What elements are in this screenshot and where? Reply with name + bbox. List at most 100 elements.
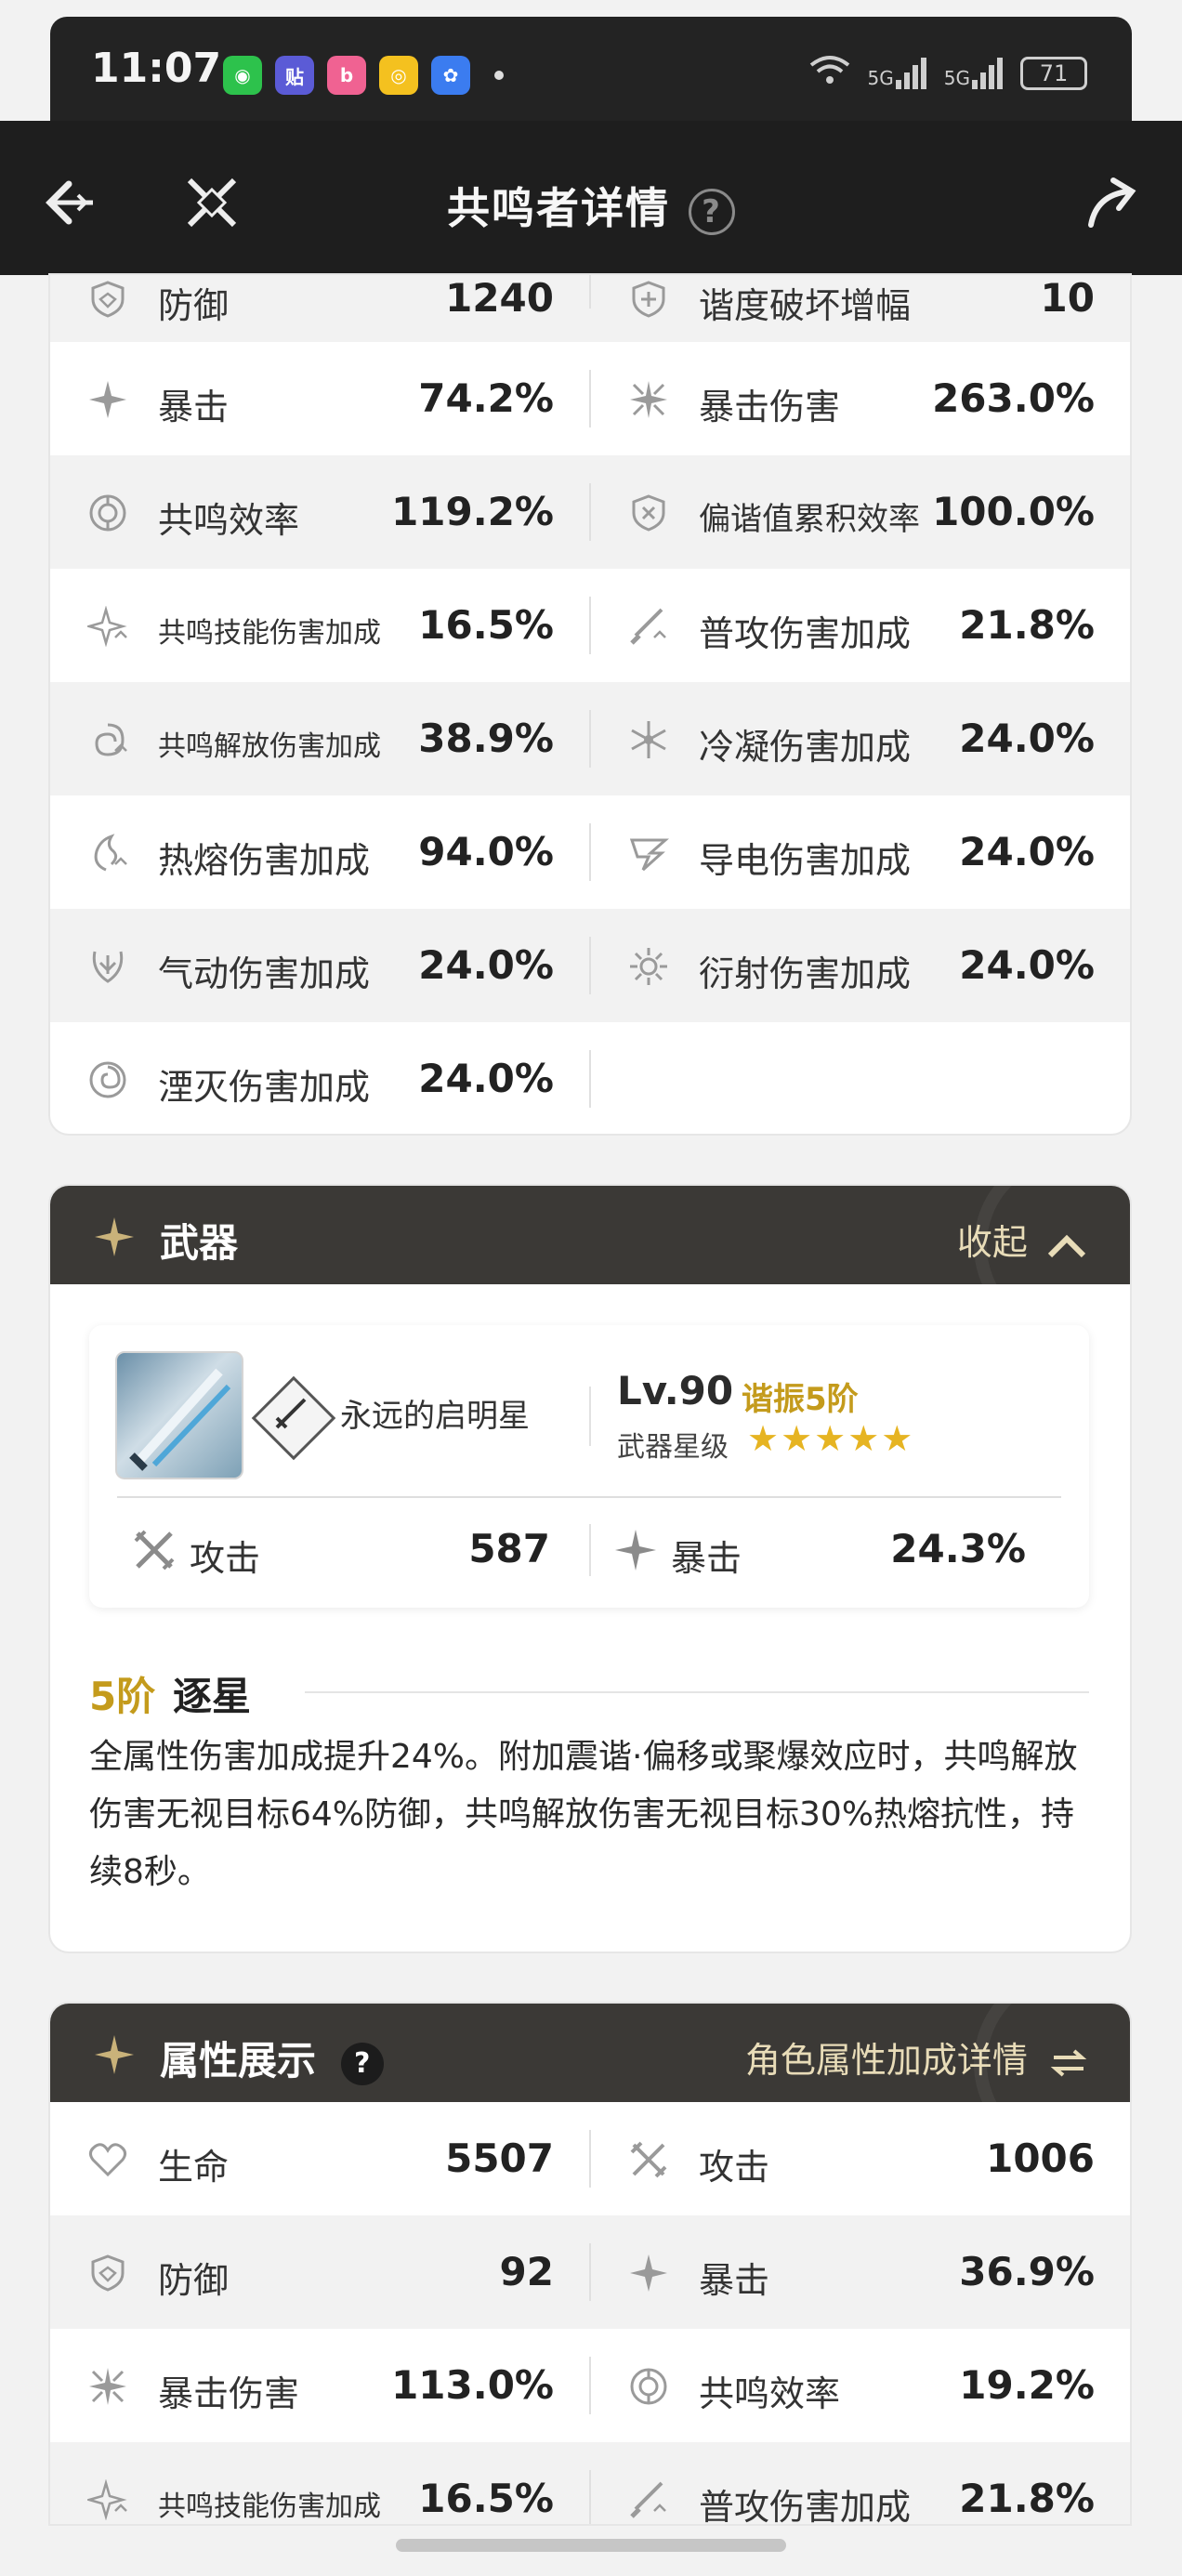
stat-label: 共鸣技能伤害加成 — [158, 617, 381, 650]
skill-icon — [85, 2478, 128, 2521]
stat-label: 共鸣技能伤害加成 — [158, 2491, 381, 2523]
stat-row: 防御 92 暴击 36.9% — [50, 2215, 1130, 2329]
crit-icon — [615, 1530, 656, 1571]
glacio-icon — [628, 719, 669, 760]
wechat-icon: ◉ — [223, 56, 262, 95]
stat-value: 10 — [1040, 275, 1095, 321]
tieba-icon: 贴 — [275, 56, 314, 95]
weapon-section-header[interactable]: 武器 收起 — [50, 1186, 1130, 1342]
stat-label: 气动伤害加成 — [158, 953, 371, 994]
stat-value: 24.0% — [959, 829, 1095, 874]
attr-basic-bonus: 普攻伤害加成 21.8% — [591, 2442, 1130, 2524]
weapon-info-box[interactable]: 永远的启明星 Lv.90 谐振5阶 武器星级 ★★★★★ 攻击 587 暴击 2… — [89, 1325, 1089, 1608]
weapon-atk-label: 攻击 — [190, 1538, 261, 1579]
stat-value: 24.0% — [418, 942, 554, 988]
attribute-detail-label: 角色属性加成详情 — [744, 2040, 1028, 2081]
tuning-icon — [628, 279, 669, 320]
sword-icon — [275, 1398, 307, 1429]
baidu-icon: ✿ — [431, 56, 470, 95]
system-icons: 5G 5G 71 — [808, 54, 1087, 92]
weapon-stars: ★★★★★ — [747, 1418, 915, 1459]
signal-2-icon: 5G — [943, 57, 1004, 89]
stat-value: 94.0% — [418, 829, 554, 874]
stat-label: 共鸣效率 — [158, 500, 300, 541]
share-button[interactable] — [1082, 173, 1141, 232]
stat-label: 攻击 — [699, 2147, 770, 2188]
stat-value: 24.0% — [418, 1056, 554, 1101]
heart-icon — [87, 2139, 128, 2180]
stats-card: 防御 1240 谐度破坏增幅 10 暴击 74.2% 暴击伤害 263.0% 共… — [50, 275, 1130, 1134]
stat-havoc-bonus: 湮灭伤害加成 24.0% — [50, 1022, 589, 1134]
chevron-up-icon — [1047, 1234, 1086, 1257]
attribute-section-title: 属性展示 ? — [160, 2030, 384, 2086]
attribute-title-text: 属性展示 — [160, 2038, 317, 2083]
stat-defense: 防御 1240 — [50, 275, 589, 342]
stat-label: 普攻伤害加成 — [699, 613, 912, 654]
weapon-image — [115, 1351, 243, 1479]
synergy-name: 逐星 — [173, 1674, 252, 1719]
stat-off-tune: 偏谐值累积效率 100.0% — [591, 455, 1130, 569]
stat-value: 21.8% — [959, 2476, 1095, 2521]
stat-value: 16.5% — [418, 2476, 554, 2521]
home-indicator[interactable] — [396, 2539, 786, 2552]
stat-label: 冷凝伤害加成 — [699, 727, 912, 768]
synergy-divider — [305, 1691, 1089, 1693]
attribute-help-icon[interactable]: ? — [340, 2042, 384, 2085]
stat-label: 生命 — [158, 2147, 230, 2188]
shield-icon — [87, 279, 128, 320]
stat-skill-bonus: 共鸣技能伤害加成 16.5% — [50, 569, 589, 682]
atk-icon — [628, 2139, 669, 2180]
signal-1-icon: 5G — [868, 57, 927, 89]
more-dot-icon — [494, 71, 504, 80]
stat-value: 100.0% — [932, 489, 1095, 534]
status-time: 11:07 — [91, 45, 222, 92]
stat-row: 共鸣技能伤害加成 16.5% 普攻伤害加成 21.8% — [50, 569, 1130, 682]
skill-icon — [85, 605, 128, 648]
off-tune-icon — [628, 493, 669, 533]
stat-label: 暴击 — [158, 387, 230, 427]
weapon-divider — [589, 1387, 591, 1446]
stat-row: 共鸣技能伤害加成 16.5% 普攻伤害加成 21.8% — [50, 2442, 1130, 2524]
stat-label: 谐度破坏增幅 — [699, 285, 912, 326]
stat-label: 偏谐值累积效率 — [699, 501, 920, 538]
page-title-text: 共鸣者详情 — [447, 183, 670, 233]
energy-icon — [628, 2366, 669, 2407]
collapse-button[interactable]: 收起 — [957, 1214, 1087, 1265]
attr-crit: 暴击 36.9% — [591, 2215, 1130, 2329]
stat-electro-bonus: 导电伤害加成 24.0% — [591, 795, 1130, 909]
wifi-icon — [808, 54, 851, 92]
attribute-card: 属性展示 ? 角色属性加成详情 生命 5507 攻击 1006 防御 92 暴击… — [50, 2004, 1130, 2524]
attr-atk: 攻击 1006 — [591, 2102, 1130, 2215]
shield-icon — [87, 2253, 128, 2293]
stat-value: 1240 — [445, 275, 554, 321]
attribute-section-header: 属性展示 ? 角色属性加成详情 — [50, 2004, 1130, 2160]
weapon-name: 永远的启明星 — [340, 1398, 530, 1435]
status-bar: 11:07 ◉ 贴 b ◎ ✿ 5G 5G 71 — [50, 17, 1132, 121]
weapon-level: Lv.90 — [617, 1368, 734, 1413]
electro-icon — [628, 833, 669, 874]
stat-value: 113.0% — [391, 2362, 554, 2408]
stat-label: 导电伤害加成 — [699, 840, 912, 881]
row-divider — [589, 1050, 591, 1108]
weapon-crit: 暴击 24.3% — [613, 1522, 1026, 1579]
stat-row: 共鸣解放伤害加成 38.9% 冷凝伤害加成 24.0% — [50, 682, 1130, 795]
attribute-detail-button[interactable]: 角色属性加成详情 — [745, 2031, 1087, 2083]
weibo-icon: ◎ — [379, 56, 418, 95]
stat-row: 防御 1240 谐度破坏增幅 10 — [50, 275, 1130, 342]
crit-damage-icon — [628, 379, 669, 420]
stat-row: 暴击 74.2% 暴击伤害 263.0% — [50, 342, 1130, 455]
stat-value: 74.2% — [418, 375, 554, 421]
crit-icon — [87, 379, 128, 420]
help-icon[interactable]: ? — [689, 188, 735, 235]
stat-energy-regen: 共鸣效率 119.2% — [50, 455, 589, 569]
stat-label: 衍射伤害加成 — [699, 953, 912, 994]
collapse-label: 收起 — [956, 1222, 1028, 1263]
stat-glacio-bonus: 冷凝伤害加成 24.0% — [591, 682, 1130, 795]
stat-label: 共鸣效率 — [699, 2373, 841, 2414]
stat-value: 263.0% — [932, 375, 1095, 421]
stat-aero-bonus: 气动伤害加成 24.0% — [50, 909, 589, 1022]
stat-row: 热熔伤害加成 94.0% 导电伤害加成 24.0% — [50, 795, 1130, 909]
signal-2-label: 5G — [943, 66, 970, 89]
weapon-crit-label: 暴击 — [671, 1538, 742, 1579]
stat-value: 1006 — [986, 2136, 1095, 2181]
